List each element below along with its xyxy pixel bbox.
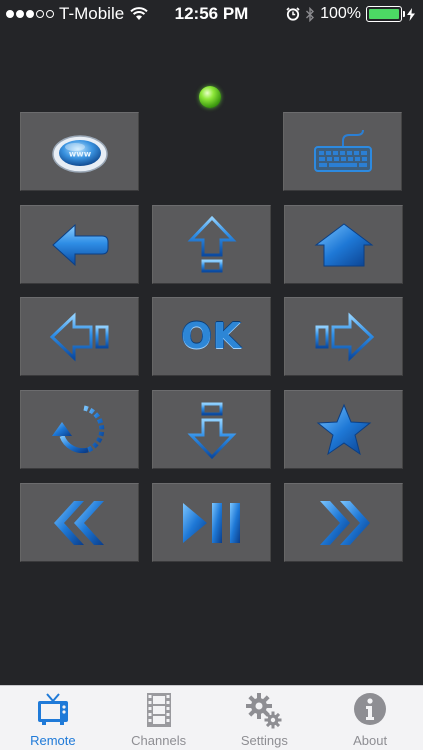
battery-percent: 100% — [320, 5, 361, 22]
down-button[interactable] — [152, 390, 271, 469]
right-arrow-icon — [315, 311, 374, 362]
tab-channels[interactable]: Channels — [106, 686, 212, 750]
alarm-clock-icon — [286, 7, 300, 21]
film-strip-icon — [146, 693, 171, 727]
tab-remote[interactable]: Remote — [0, 686, 106, 750]
fast-forward-button[interactable] — [284, 483, 403, 562]
star-icon — [316, 403, 371, 455]
left-arrow-icon — [49, 311, 108, 362]
keyboard-button[interactable] — [283, 112, 402, 191]
down-arrow-icon — [186, 402, 237, 459]
status-right: 100% — [286, 4, 415, 24]
ok-button[interactable]: OK — [152, 297, 271, 376]
play-pause-icon — [182, 502, 240, 543]
up-arrow-icon — [186, 215, 237, 272]
play-pause-button[interactable] — [152, 483, 271, 562]
status-bar: T-Mobile 12:56 PM 100% — [0, 0, 423, 28]
home-icon — [314, 222, 373, 266]
battery-fill — [369, 9, 399, 19]
rewind-icon — [53, 500, 104, 545]
right-button[interactable] — [284, 297, 403, 376]
replay-icon — [51, 405, 104, 453]
tab-label: Remote — [30, 733, 76, 748]
tab-label: Channels — [131, 733, 187, 748]
keyboard-icon — [313, 129, 372, 172]
svg-text:www: www — [68, 149, 91, 158]
tab-bar: Remote Channels Settings About — [0, 685, 423, 750]
ok-label: OK — [181, 316, 242, 357]
bluetooth-icon — [306, 6, 315, 22]
charging-bolt-icon — [407, 7, 415, 21]
gears-icon — [246, 693, 282, 729]
replay-button[interactable] — [20, 390, 139, 469]
favorite-button[interactable] — [284, 390, 403, 469]
tab-label: Settings — [240, 733, 288, 748]
connection-status-led — [199, 86, 221, 108]
battery-icon — [366, 6, 405, 22]
back-button[interactable] — [20, 205, 139, 284]
left-button[interactable] — [20, 297, 139, 376]
web-browser-button[interactable]: www — [20, 112, 139, 191]
tv-icon — [37, 693, 68, 725]
tab-about[interactable]: About — [317, 686, 423, 750]
rewind-button[interactable] — [20, 483, 139, 562]
back-arrow-icon — [51, 223, 108, 266]
www-globe-icon: www — [51, 134, 108, 173]
up-button[interactable] — [152, 205, 271, 284]
fast-forward-icon — [319, 500, 370, 545]
tab-label: About — [353, 733, 388, 748]
info-icon — [354, 693, 387, 725]
tab-settings[interactable]: Settings — [212, 686, 318, 750]
home-button[interactable] — [284, 205, 403, 284]
